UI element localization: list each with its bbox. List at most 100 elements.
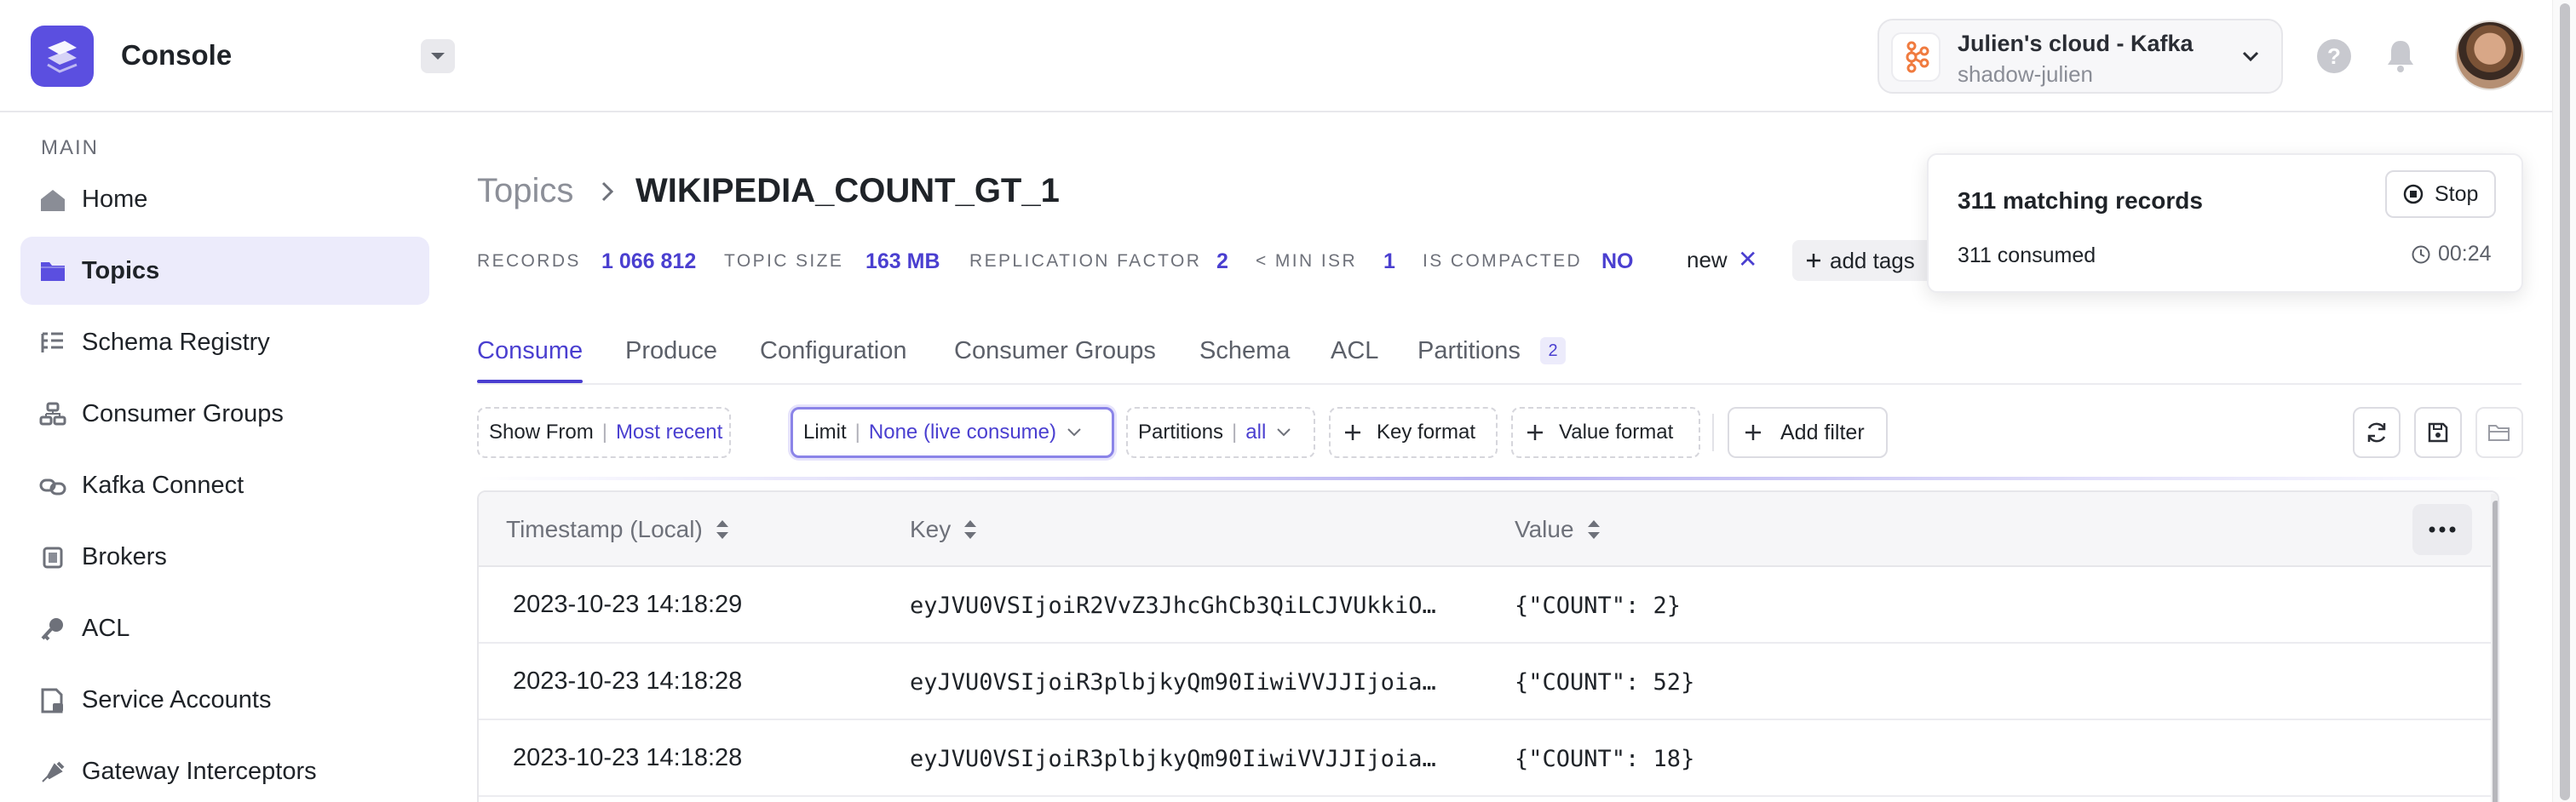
help-icon[interactable]: ? [2317, 39, 2351, 73]
column-header-timestamp[interactable]: Timestamp (Local) [506, 516, 730, 543]
caret-down-icon [431, 53, 445, 60]
open-folder-button[interactable] [2475, 407, 2523, 458]
sidebar-item-home[interactable]: Home [20, 165, 429, 233]
sidebar-item-label: Schema Registry [82, 329, 270, 356]
live-consume-progress [477, 477, 2521, 480]
add-filter-button[interactable]: Add filter [1728, 407, 1888, 458]
console-logo-icon[interactable] [31, 26, 94, 87]
page-scrollbar[interactable] [2552, 0, 2576, 802]
sidebar-item-brokers[interactable]: Brokers [20, 523, 429, 591]
column-header-value[interactable]: Value [1515, 516, 1601, 543]
filter-value: all [1245, 421, 1267, 444]
consumer-groups-icon [39, 402, 66, 426]
plus-icon [1807, 254, 1820, 267]
partitions-count-badge: 2 [1540, 337, 1566, 364]
acl-key-icon [41, 618, 63, 641]
sidebar-item-label: Consumer Groups [82, 400, 284, 427]
replication-factor-label: REPLICATION FACTOR [969, 251, 1202, 271]
tag-chip: new [1687, 247, 1728, 272]
cluster-subtitle: shadow-julien [1958, 61, 2093, 87]
cell-key: eyJVU0VSIjoiR3plbjkyQm90IiwiVVJJIjoia… [910, 746, 1436, 772]
chevron-down-icon [1067, 428, 1081, 437]
filter-value: None (live consume) [868, 421, 1056, 444]
tab-produce[interactable]: Produce [625, 337, 717, 365]
refresh-button[interactable] [2353, 407, 2401, 458]
top-bar: Console Julien's cloud - Kafka shadow-ju… [0, 0, 2576, 112]
sidebar-item-kafka-connect[interactable]: Kafka Connect [20, 451, 429, 519]
value-format-button[interactable]: Value format [1511, 407, 1700, 458]
sidebar-item-acl[interactable]: ACL [20, 594, 429, 662]
save-icon [2428, 422, 2448, 443]
clock-icon [2412, 245, 2430, 263]
kafka-connect-icon [39, 478, 66, 496]
records-table: Timestamp (Local) Key Value 2023-10-23 1… [477, 490, 2499, 802]
cell-value: {"COUNT": 2} [1515, 593, 1682, 619]
is-compacted-value: NO [1601, 249, 1634, 273]
table-row[interactable]: 2023-10-23 14:18:28 eyJVU0VSIjoiR3plbjky… [479, 720, 2498, 797]
tab-acl[interactable]: ACL [1331, 337, 1378, 365]
app-title: Console [121, 39, 233, 71]
filter-label: Show From [489, 421, 594, 444]
key-format-button[interactable]: Key format [1329, 407, 1498, 458]
cell-value: {"COUNT": 52} [1515, 669, 1695, 696]
cell-value: {"COUNT": 18} [1515, 746, 1695, 772]
sidebar-item-label: Brokers [82, 543, 167, 570]
records-value: 1 066 812 [601, 249, 697, 273]
consume-status-popover: 311 matching records Stop 311 consumed 0… [1927, 153, 2523, 293]
tab-partitions[interactable]: Partitions [1417, 337, 1521, 365]
chevron-right-icon [601, 181, 614, 202]
cell-timestamp: 2023-10-23 14:18:29 [513, 591, 743, 618]
breadcrumb-topics-link[interactable]: Topics [477, 172, 573, 210]
filter-separator: | [601, 421, 607, 444]
matching-records-text: 311 matching records [1958, 187, 2203, 214]
more-options-button[interactable] [2412, 504, 2472, 555]
tab-configuration[interactable]: Configuration [760, 337, 907, 365]
sidebar: MAIN Home Topics Schema Registry Consume… [0, 112, 451, 802]
tab-schema[interactable]: Schema [1199, 337, 1290, 365]
filter-separator: | [854, 421, 860, 444]
partitions-filter[interactable]: Partitions | all [1126, 407, 1315, 458]
sidebar-section-title: MAIN [41, 136, 99, 159]
cell-timestamp: 2023-10-23 14:18:28 [513, 667, 743, 695]
plus-icon [1345, 425, 1360, 440]
stop-icon [2403, 184, 2424, 204]
bell-icon[interactable] [2385, 37, 2416, 73]
column-header-key[interactable]: Key [910, 516, 978, 543]
limit-filter[interactable]: Limit | None (live consume) [791, 407, 1114, 458]
save-button[interactable] [2414, 407, 2462, 458]
cell-timestamp: 2023-10-23 14:18:28 [513, 744, 743, 771]
sidebar-item-schema-registry[interactable]: Schema Registry [20, 308, 429, 376]
sidebar-item-consumer-groups[interactable]: Consumer Groups [20, 380, 429, 448]
table-row[interactable]: 2023-10-23 14:18:29 eyJVU0VSIjoiR2VvZ3Jh… [479, 567, 2498, 644]
sidebar-item-gateway-interceptors[interactable]: Gateway Interceptors [20, 737, 429, 802]
tab-consume[interactable]: Consume [477, 337, 583, 365]
filter-label: Limit [803, 421, 847, 444]
sidebar-item-label: Kafka Connect [82, 472, 244, 499]
column-header-label: Key [910, 516, 952, 542]
cluster-selector[interactable]: Julien's cloud - Kafka shadow-julien [1877, 19, 2283, 94]
stop-button[interactable]: Stop [2385, 170, 2496, 218]
elapsed-timer: 00:24 [2411, 242, 2492, 266]
user-avatar[interactable] [2455, 20, 2525, 90]
remove-tag-icon[interactable]: ✕ [1738, 245, 1757, 273]
table-row[interactable]: 2023-10-23 14:18:28 eyJVU0VSIjoiR3plbjky… [479, 644, 2498, 720]
stop-label: Stop [2435, 181, 2479, 206]
page-title: WIKIPEDIA_COUNT_GT_1 [635, 172, 1060, 209]
sidebar-item-topics[interactable]: Topics [20, 237, 429, 305]
min-isr-value: 1 [1383, 249, 1395, 273]
show-from-filter[interactable]: Show From | Most recent [477, 407, 731, 458]
key-format-label: Key format [1377, 421, 1476, 444]
value-format-label: Value format [1559, 421, 1674, 444]
sidebar-item-label: Home [82, 186, 148, 213]
table-header: Timestamp (Local) Key Value [479, 492, 2498, 567]
chevron-down-icon [2242, 51, 2259, 62]
add-tags-button[interactable]: add tags [1792, 240, 1935, 281]
sidebar-item-service-accounts[interactable]: Service Accounts [20, 666, 429, 734]
app-menu-toggle-button[interactable] [421, 39, 455, 73]
cluster-name: Julien's cloud - Kafka [1958, 31, 2194, 56]
records-label: RECORDS [477, 251, 581, 271]
topic-size-value: 163 MB [865, 249, 940, 273]
tab-consumer-groups[interactable]: Consumer Groups [954, 337, 1156, 365]
sidebar-item-label: Gateway Interceptors [82, 758, 317, 785]
table-scrollbar[interactable] [2491, 494, 2498, 802]
